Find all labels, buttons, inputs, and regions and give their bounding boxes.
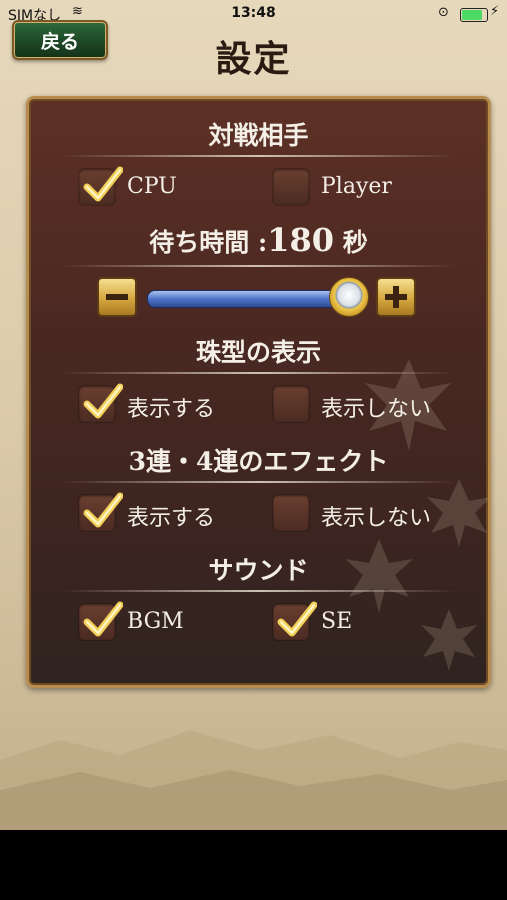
battery-icon [460, 8, 488, 22]
bead-display-title: 珠型の表示 [195, 338, 321, 367]
wait-time-label: 待ち時間 : [149, 228, 268, 257]
decrease-time-button[interactable] [97, 277, 137, 317]
bottom-black-bar [0, 830, 507, 900]
divider [62, 481, 455, 483]
minus-icon [106, 294, 128, 300]
option-label: 表示しない [321, 397, 432, 422]
checkbox[interactable] [273, 495, 309, 531]
settings-panel: 対戦相手 CPU Player 待ち時間 :180 秒 珠型の表示 表示する 表… [26, 96, 491, 688]
orientation-lock-icon: ⊙ [438, 5, 449, 20]
divider [62, 265, 455, 267]
plus-icon [385, 286, 407, 308]
option-label: SE [321, 609, 353, 634]
option-label: Player [321, 174, 392, 199]
wait-time-unit: 秒 [342, 228, 368, 257]
settings-screen: SIMなし ≋ 13:48 ⊙ ⚡ 戻る 設定 対戦相手 CPU Player [0, 0, 507, 900]
opponent-title: 対戦相手 [208, 121, 309, 150]
option-label: 表示する [127, 397, 216, 422]
wait-time-display: 待ち時間 :180 秒 [29, 221, 488, 259]
option-label: BGM [127, 609, 184, 634]
divider [62, 590, 455, 592]
divider [62, 155, 455, 157]
mountain-silhouette [0, 730, 507, 830]
checkbox[interactable] [273, 386, 309, 422]
check-icon [83, 383, 123, 419]
option-label: CPU [127, 174, 177, 199]
charging-icon: ⚡ [490, 4, 500, 19]
sound-title: サウンド [208, 556, 309, 585]
check-icon [277, 601, 317, 637]
divider [62, 372, 455, 374]
checkbox[interactable] [273, 169, 309, 205]
option-label: 表示する [127, 506, 216, 531]
wait-time-value: 180 [267, 221, 334, 259]
check-icon [83, 492, 123, 528]
effect-title: 3連・4連のエフェクト [128, 447, 389, 476]
wait-time-slider[interactable] [147, 290, 353, 308]
page-title: 設定 [215, 38, 292, 80]
status-time: 13:48 [231, 5, 276, 21]
check-icon [83, 166, 123, 202]
check-icon [83, 601, 123, 637]
increase-time-button[interactable] [376, 277, 416, 317]
slider-thumb[interactable] [329, 277, 369, 317]
option-label: 表示しない [321, 506, 432, 531]
